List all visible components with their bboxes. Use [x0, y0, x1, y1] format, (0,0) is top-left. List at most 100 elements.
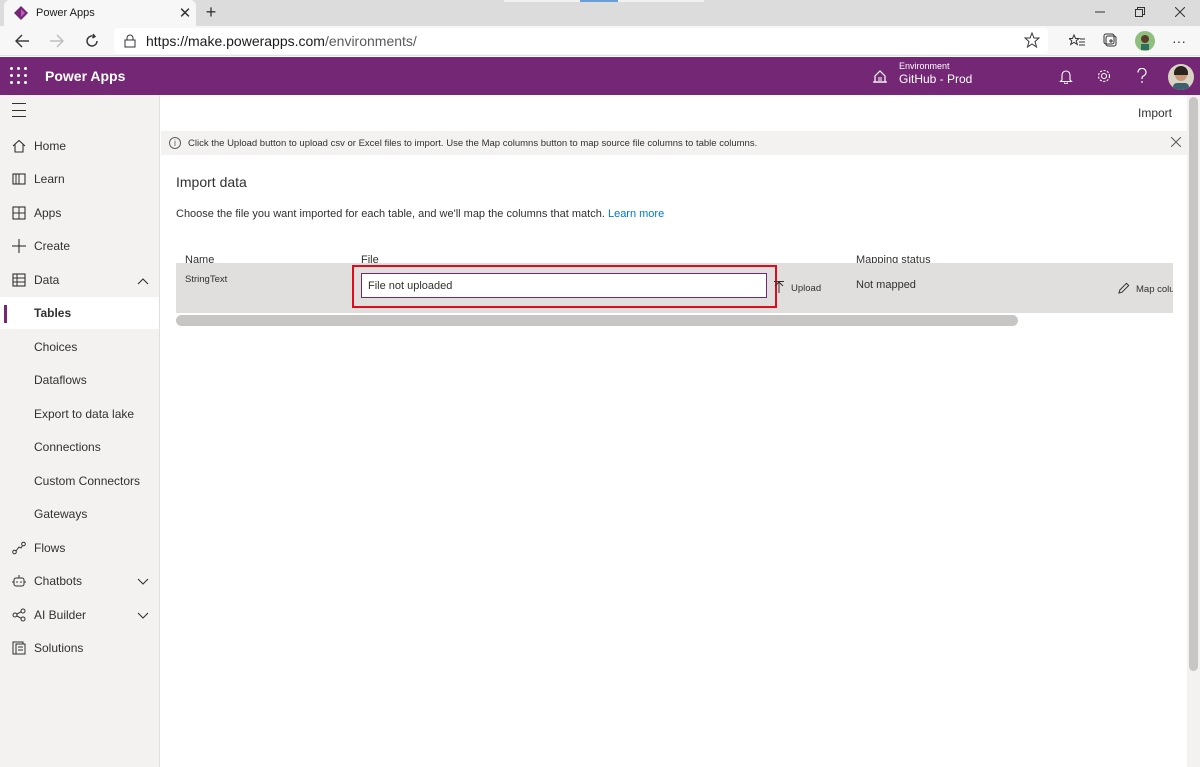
url-text: https://make.powerapps.com/environments/	[146, 33, 417, 49]
back-icon[interactable]	[10, 29, 34, 53]
sidebar-item-label: Connections	[34, 440, 101, 454]
vertical-scrollbar[interactable]	[1189, 97, 1198, 671]
minimize-icon[interactable]	[1080, 0, 1120, 24]
sidebar-item-chatbots[interactable]: Chatbots	[0, 565, 159, 597]
sidebar-item-home[interactable]: Home	[0, 130, 159, 162]
favorites-icon[interactable]	[1060, 29, 1094, 53]
address-bar[interactable]: https://make.powerapps.com/environments/	[114, 28, 1048, 54]
sidebar-item-connections[interactable]: Connections	[0, 431, 159, 463]
page-title: Import data	[176, 174, 247, 190]
restore-icon[interactable]	[1120, 0, 1160, 24]
refresh-icon[interactable]	[80, 29, 104, 53]
browser-tab-strip: Power Apps ✕ +	[0, 0, 1200, 26]
map-columns-button[interactable]: Map columns	[1118, 282, 1173, 297]
sidebar-item-label: Learn	[34, 172, 65, 186]
page-description: Choose the file you want imported for ea…	[176, 208, 664, 220]
url-host: https://make.powerapps.com	[146, 33, 325, 49]
chevron-down-icon[interactable]	[137, 575, 149, 589]
browser-toolbar: ···	[1060, 29, 1196, 53]
plus-icon	[0, 239, 34, 253]
table-icon	[0, 273, 34, 287]
sidebar-item-choices[interactable]: Choices	[0, 331, 159, 363]
sidebar-item-label: Chatbots	[34, 574, 83, 588]
user-avatar[interactable]	[1168, 64, 1194, 90]
sidebar-item-learn[interactable]: Learn	[0, 163, 159, 195]
horizontal-scrollbar[interactable]	[176, 315, 1018, 326]
sidebar-item-custom-connectors[interactable]: Custom Connectors	[0, 465, 159, 497]
sidebar-item-label: Dataflows	[34, 373, 87, 387]
tab-close-icon[interactable]: ✕	[174, 4, 196, 22]
sidebar-item-label: AI Builder	[34, 608, 87, 622]
sidebar-item-label: Export to data lake	[34, 407, 135, 421]
settings-gear-icon[interactable]	[1094, 66, 1114, 86]
sidebar-item-flows[interactable]: Flows	[0, 532, 159, 564]
command-bar-title: Import	[1138, 106, 1173, 120]
sidebar-item-ai-builder[interactable]: AI Builder	[0, 599, 159, 631]
upload-button[interactable]: Upload	[774, 281, 821, 296]
new-tab-button[interactable]: +	[200, 1, 222, 23]
file-field[interactable]	[361, 273, 767, 298]
sidebar-item-label: Create	[34, 239, 71, 253]
collections-icon[interactable]	[1094, 29, 1128, 53]
solutions-icon	[0, 641, 34, 655]
browser-tab[interactable]: Power Apps ✕	[4, 0, 196, 26]
home-icon	[0, 139, 34, 153]
environment-label: Environment	[899, 61, 950, 71]
sidebar-item-solutions[interactable]: Solutions	[0, 632, 159, 664]
window-controls	[1080, 0, 1200, 24]
sidebar-item-export-to-data-lake[interactable]: Export to data lake	[0, 398, 159, 430]
upload-icon	[774, 281, 784, 296]
environment-icon[interactable]	[872, 68, 888, 87]
description-text: Choose the file you want imported for ea…	[176, 208, 605, 220]
bot-icon	[0, 574, 34, 588]
tab-title: Power Apps	[36, 7, 95, 19]
forward-icon[interactable]	[45, 29, 69, 53]
table-name-cell: StringText	[185, 274, 228, 285]
close-window-icon[interactable]	[1160, 0, 1200, 24]
chevron-down-icon[interactable]	[137, 609, 149, 623]
ai-builder-icon	[0, 608, 34, 622]
sidebar-item-data[interactable]: Data	[0, 264, 159, 296]
mapping-status-cell: Not mapped	[856, 279, 916, 291]
app-launcher-icon[interactable]	[10, 67, 28, 85]
info-message-text: Click the Upload button to upload csv or…	[188, 137, 758, 149]
app-header: Power Apps Environment GitHub - Prod	[0, 57, 1200, 95]
close-icon[interactable]	[1170, 136, 1182, 149]
chevron-up-icon[interactable]	[137, 274, 149, 288]
info-message-bar: i Click the Upload button to upload csv …	[161, 131, 1187, 155]
environment-selector[interactable]: GitHub - Prod	[899, 72, 972, 86]
more-options-icon[interactable]: ···	[1162, 29, 1196, 53]
sidebar-item-gateways[interactable]: Gateways	[0, 498, 159, 530]
sidebar-item-label: Home	[34, 139, 67, 153]
apps-icon	[0, 206, 34, 220]
left-navigation: Home Learn Apps Create Data Tables Choic…	[0, 95, 160, 767]
sidebar-item-label: Apps	[34, 206, 62, 220]
app-name[interactable]: Power Apps	[45, 68, 125, 84]
learn-more-link[interactable]: Learn more	[608, 208, 664, 220]
sidebar-item-label: Solutions	[34, 641, 84, 655]
sidebar-item-dataflows[interactable]: Dataflows	[0, 364, 159, 396]
sidebar-item-label: Choices	[34, 340, 78, 354]
upload-label: Upload	[791, 283, 822, 294]
collapse-nav-icon[interactable]	[12, 103, 26, 117]
info-icon: i	[169, 137, 181, 149]
notifications-bell-icon[interactable]	[1056, 66, 1076, 86]
help-icon[interactable]	[1132, 66, 1152, 86]
pencil-icon	[1118, 282, 1130, 297]
sidebar-item-create[interactable]: Create	[0, 230, 159, 262]
lock-icon	[114, 34, 146, 48]
url-path: /environments/	[324, 33, 417, 49]
sidebar-item-tables[interactable]: Tables	[0, 297, 159, 329]
map-columns-label: Map columns	[1136, 284, 1173, 295]
power-apps-favicon-icon	[14, 6, 28, 20]
book-icon	[0, 172, 34, 186]
tab-strip-indicator	[580, 0, 618, 2]
sidebar-item-apps[interactable]: Apps	[0, 197, 159, 229]
flow-icon	[0, 541, 34, 555]
address-bar-row: https://make.powerapps.com/environments/…	[0, 26, 1200, 56]
favorite-star-icon[interactable]	[1023, 31, 1041, 51]
sidebar-item-label: Data	[34, 273, 60, 287]
profile-icon[interactable]	[1128, 29, 1162, 53]
sidebar-item-label: Flows	[34, 541, 66, 555]
sidebar-item-label: Gateways	[34, 507, 88, 521]
